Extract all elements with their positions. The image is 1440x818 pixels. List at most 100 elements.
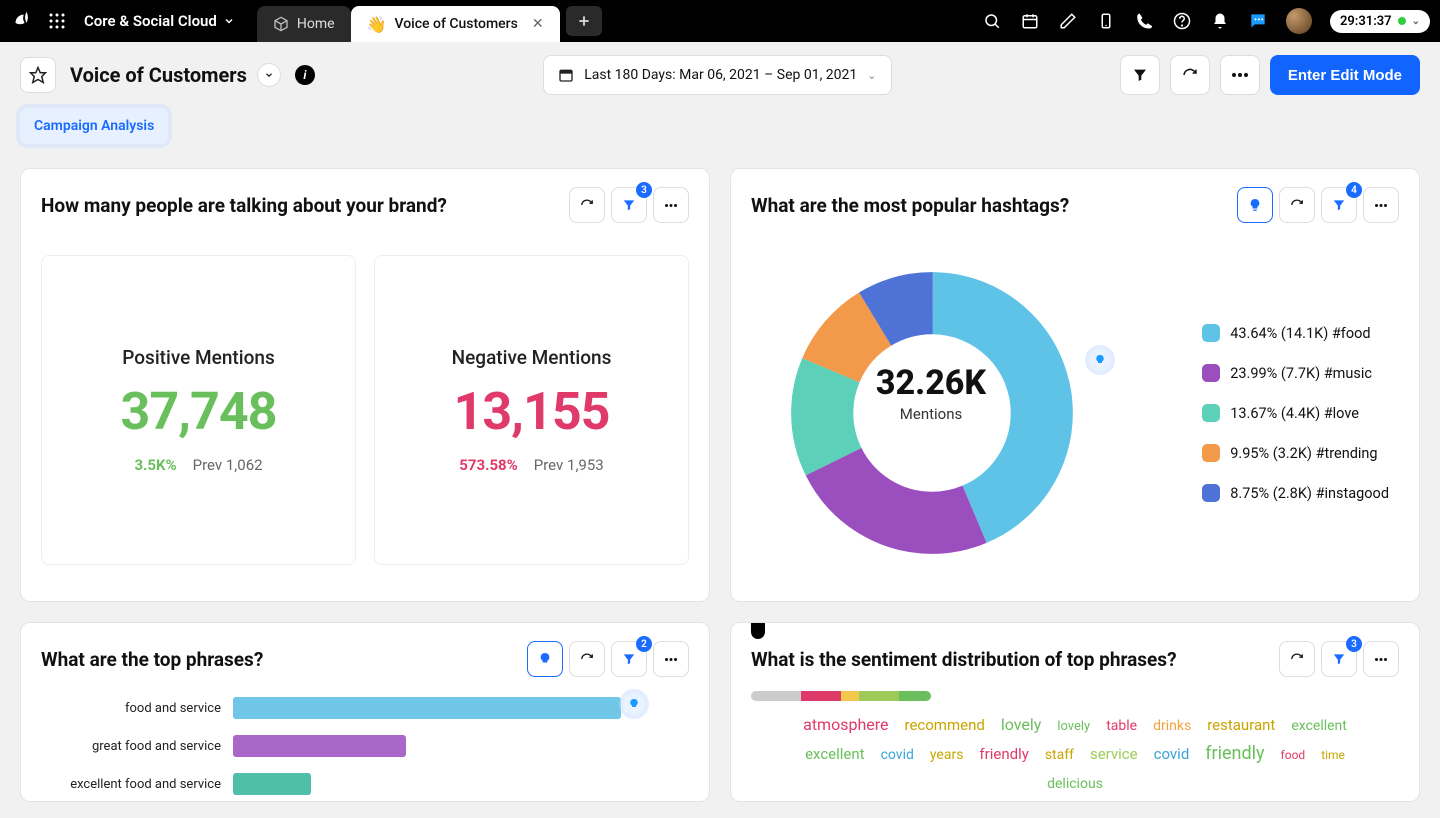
card-more-button[interactable] [653,641,689,677]
session-timer[interactable]: 29:31:37 ⌄ [1330,10,1430,33]
card-more-button[interactable] [1363,641,1399,677]
new-tab-button[interactable] [566,6,602,36]
card-insight-button[interactable] [1237,187,1273,223]
edit-icon[interactable] [1058,11,1078,31]
wordcloud-word[interactable]: table [1106,715,1137,739]
filter-count-badge: 3 [1346,636,1362,652]
wordcloud-word[interactable]: food [1281,745,1306,765]
wordcloud-word[interactable]: drinks [1153,715,1191,739]
page-title-dropdown[interactable] [257,63,281,87]
date-range-label: Last 180 Days: Mar 06, 2021 – Sep 01, 20… [584,67,857,83]
info-icon[interactable]: i [295,65,315,85]
star-icon [29,66,47,84]
card-refresh-button[interactable] [569,641,605,677]
card-more-button[interactable] [1363,187,1399,223]
card-filter-button[interactable]: 3 [611,187,647,223]
refresh-icon [1290,652,1304,666]
wordcloud-word[interactable]: lovely [1001,711,1042,738]
wordcloud-word[interactable]: friendly [1205,739,1264,770]
positive-mentions-metric: Positive Mentions 37,748 3.5K% Prev 1,06… [41,255,356,565]
workspace-switcher[interactable]: Core & Social Cloud [76,12,243,30]
phrase-bar-chart: food and service great food and service … [41,689,689,802]
legend-label: 43.64% (14.1K) #food [1230,325,1370,342]
slider-thumb[interactable] [751,622,765,639]
tab-voice-of-customers[interactable]: 👋 Voice of Customers ✕ [351,6,560,42]
chevron-down-icon [264,70,274,80]
enter-edit-mode-button[interactable]: Enter Edit Mode [1270,55,1420,95]
card-refresh-button[interactable] [569,187,605,223]
wordcloud-word[interactable]: friendly [979,742,1028,768]
app-launcher-icon[interactable] [48,12,66,30]
card-filter-button[interactable]: 3 [1321,641,1357,677]
funnel-icon [1132,67,1148,83]
metric-label: Negative Mentions [452,346,612,369]
brand-logo-icon [10,10,32,32]
lightbulb-icon [538,652,552,666]
insight-hint-icon[interactable] [1089,349,1111,371]
wordcloud-word[interactable]: staff [1045,744,1074,768]
wordcloud-word[interactable]: years [930,744,964,768]
wordcloud-word[interactable]: excellent [805,742,865,768]
filter-count-badge: 3 [636,182,652,198]
metric-value: 13,155 [454,381,610,442]
funnel-icon [1332,198,1346,212]
calendar-icon[interactable] [1020,11,1040,31]
funnel-icon [622,198,636,212]
metric-label: Positive Mentions [122,346,274,369]
legend-item[interactable]: 23.99% (7.7K) #music [1202,364,1389,382]
legend-item[interactable]: 8.75% (2.8K) #instagood [1202,484,1389,502]
refresh-icon [580,198,594,212]
tab-home[interactable]: Home [257,6,351,42]
date-range-picker[interactable]: Last 180 Days: Mar 06, 2021 – Sep 01, 20… [543,55,891,95]
wordcloud-word[interactable]: lovely [1057,716,1090,738]
hand-wave-icon: 👋 [367,15,387,34]
search-icon[interactable] [982,11,1002,31]
chat-icon[interactable] [1248,11,1268,31]
card-more-button[interactable] [653,187,689,223]
more-button[interactable] [1220,55,1260,95]
wordcloud-word[interactable]: restaurant [1207,713,1275,739]
card-refresh-button[interactable] [1279,187,1315,223]
refresh-icon [580,652,594,666]
wordcloud-word[interactable]: covid [1154,742,1190,768]
refresh-button[interactable] [1170,55,1210,95]
favorite-button[interactable] [20,57,56,93]
campaign-analysis-chip[interactable]: Campaign Analysis [20,108,168,144]
filter-button[interactable] [1120,55,1160,95]
negative-mentions-metric: Negative Mentions 13,155 573.58% Prev 1,… [374,255,689,565]
card-filter-button[interactable]: 4 [1321,187,1357,223]
help-icon[interactable] [1172,11,1192,31]
card-refresh-button[interactable] [1279,641,1315,677]
wordcloud-word[interactable]: recommend [905,713,985,739]
close-tab-icon[interactable]: ✕ [532,16,544,32]
wordcloud-word[interactable]: atmosphere [803,711,888,738]
wordcloud-word[interactable]: service [1090,742,1138,768]
legend-item[interactable]: 9.95% (3.2K) #trending [1202,444,1389,462]
card-insight-button[interactable] [527,641,563,677]
device-icon[interactable] [1096,11,1116,31]
phrase-bar [233,773,311,795]
card-filter-button[interactable]: 2 [611,641,647,677]
sentiment-slider[interactable] [751,691,1399,701]
wordcloud-word[interactable]: delicious [1047,773,1103,797]
chevron-down-icon: ⌄ [867,69,876,82]
wordcloud-word[interactable]: excellent [1291,715,1347,739]
status-dot-icon [1398,17,1406,25]
wordcloud-word[interactable]: time [1321,745,1345,765]
legend-label: 23.99% (7.7K) #music [1230,365,1372,382]
insight-hint-icon[interactable] [623,693,645,715]
phone-icon[interactable] [1134,11,1154,31]
funnel-icon [1332,652,1346,666]
card-title: What are the most popular hashtags? [751,194,1069,217]
plus-icon [577,14,591,28]
phrase-label: great food and service [41,739,221,754]
legend-item[interactable]: 13.67% (4.4K) #love [1202,404,1389,422]
cube-icon [273,16,289,32]
filter-chips-row: Campaign Analysis [0,108,1440,144]
page-header: Voice of Customers i Last 180 Days: Mar … [0,42,1440,108]
user-avatar[interactable] [1286,8,1312,34]
wordcloud-word[interactable]: covid [881,744,914,768]
legend-item[interactable]: 43.64% (14.1K) #food [1202,324,1389,342]
refresh-icon [1182,67,1198,83]
bell-icon[interactable] [1210,11,1230,31]
